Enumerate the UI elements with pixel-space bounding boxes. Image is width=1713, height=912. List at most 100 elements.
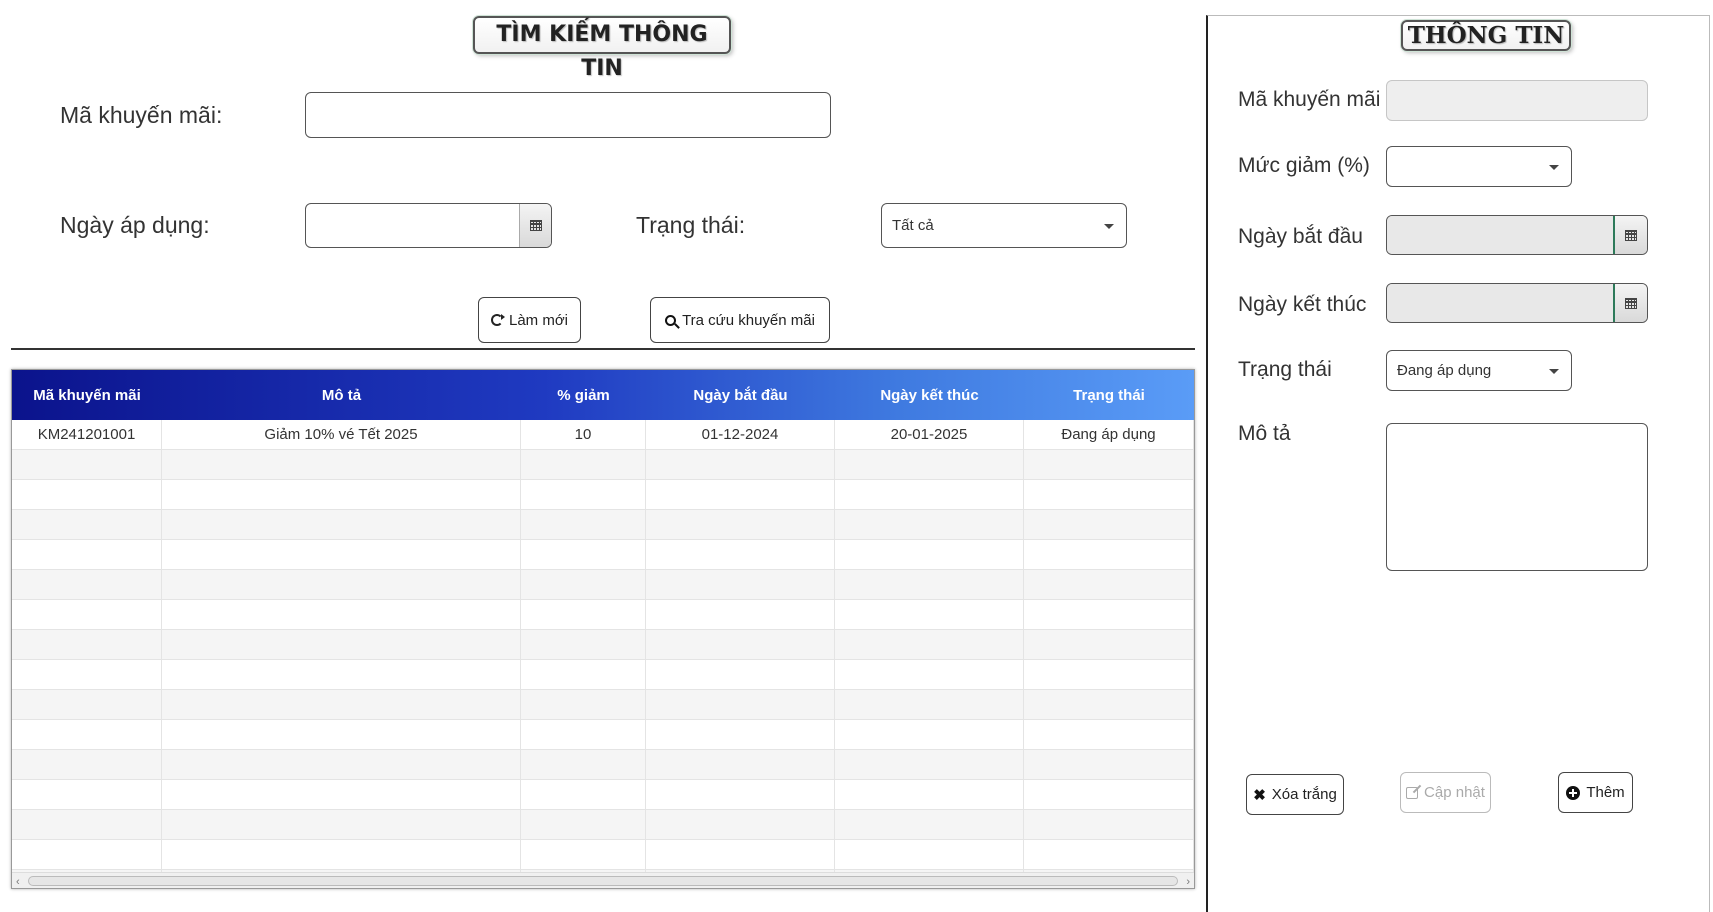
scroll-left-icon[interactable]: ‹ [16,876,20,888]
table-cell [835,510,1024,539]
scrollbar-thumb[interactable] [28,876,1178,886]
calendar-icon [1625,229,1637,241]
table-cell [1024,750,1194,779]
table-cell [162,570,521,599]
description-textarea[interactable] [1386,423,1648,571]
start-date-input[interactable] [1387,216,1615,254]
end-date-picker-button[interactable] [1615,284,1647,322]
info-panel-title: THÔNG TIN [1401,20,1571,51]
table-cell [646,690,835,719]
close-icon: ✖ [1253,786,1266,804]
table-row[interactable] [12,720,1194,750]
table-cell [1024,480,1194,509]
table-cell [1024,690,1194,719]
table-row[interactable] [12,660,1194,690]
table-cell [1024,510,1194,539]
table-cell [835,750,1024,779]
table-row[interactable] [12,630,1194,660]
code-search-input[interactable] [306,93,830,137]
column-header-discount[interactable]: % giảm [521,370,646,420]
table-row[interactable] [12,690,1194,720]
calendar-icon [1625,297,1637,309]
chevron-down-icon [1549,164,1559,170]
table-cell [521,540,646,569]
table-cell [1024,720,1194,749]
status-select[interactable]: Tất cả [881,203,1127,248]
date-picker-button[interactable] [519,204,551,247]
column-header-status[interactable]: Trạng thái [1024,370,1194,420]
promotion-table: Mã khuyến mãi Mô tả % giảm Ngày bắt đầu … [11,369,1195,889]
info-status-label: Trạng thái [1238,358,1332,381]
table-cell [12,810,162,839]
scroll-right-icon[interactable]: › [1186,876,1190,888]
table-cell: 01-12-2024 [646,420,835,449]
table-cell [162,840,521,869]
table-cell [1024,810,1194,839]
table-cell: Giảm 10% vé Tết 2025 [162,420,521,449]
update-button[interactable]: Cập nhật [1400,772,1491,813]
table-cell [646,510,835,539]
info-code-field [1386,80,1648,121]
info-status-select[interactable]: Đang áp dụng [1386,350,1572,391]
column-header-description[interactable]: Mô tả [162,370,521,420]
table-cell: Đang áp dụng [1024,420,1194,449]
table-cell [521,810,646,839]
table-cell [1024,840,1194,869]
column-header-end-date[interactable]: Ngày kết thúc [835,370,1024,420]
table-header: Mã khuyến mãi Mô tả % giảm Ngày bắt đầu … [12,370,1194,420]
table-cell [646,480,835,509]
search-panel: TÌM KIẾM THÔNG TIN Mã khuyến mãi: Ngày á… [0,0,1205,912]
end-date-picker [1386,283,1648,323]
horizontal-scrollbar[interactable]: ‹ › [12,872,1194,888]
table-cell [12,540,162,569]
table-cell [162,750,521,779]
table-cell [646,720,835,749]
date-label: Ngày áp dụng: [60,212,210,238]
table-cell [521,720,646,749]
table-row[interactable] [12,480,1194,510]
refresh-button[interactable]: Làm mới [478,297,581,343]
refresh-button-label: Làm mới [508,311,568,329]
column-header-start-date[interactable]: Ngày bắt đầu [646,370,835,420]
table-cell [162,480,521,509]
table-row[interactable] [12,450,1194,480]
table-cell [1024,450,1194,479]
table-cell [162,720,521,749]
table-row[interactable] [12,810,1194,840]
table-cell [12,660,162,689]
table-cell [521,480,646,509]
table-row[interactable]: KM241201001 Giảm 10% vé Tết 2025 10 01-1… [12,420,1194,450]
table-cell [835,660,1024,689]
clear-button[interactable]: ✖ Xóa trắng [1246,774,1344,815]
end-date-input[interactable] [1387,284,1615,322]
table-cell [835,810,1024,839]
info-status-select-value: Đang áp dụng [1397,362,1492,379]
table-row[interactable] [12,540,1194,570]
table-row[interactable] [12,840,1194,870]
table-cell [646,450,835,479]
table-cell [12,780,162,809]
search-promotion-button-label: Tra cứu khuyến mãi [682,311,815,329]
table-row[interactable] [12,570,1194,600]
table-cell [646,600,835,629]
table-row[interactable] [12,510,1194,540]
table-cell [646,570,835,599]
add-button[interactable]: Thêm [1558,772,1633,813]
start-date-picker-button[interactable] [1615,216,1647,254]
edit-icon [1406,786,1419,799]
status-label: Trạng thái: [636,212,746,238]
search-promotion-button[interactable]: Tra cứu khuyến mãi [650,297,830,343]
date-input[interactable] [306,204,519,247]
table-cell [12,510,162,539]
table-row[interactable] [12,750,1194,780]
discount-select[interactable] [1386,146,1572,187]
column-header-code[interactable]: Mã khuyến mãi [12,370,162,420]
table-cell: 10 [521,420,646,449]
table-cell [162,780,521,809]
info-code-label: Mã khuyến mãi [1238,88,1381,111]
table-cell [12,600,162,629]
table-row[interactable] [12,600,1194,630]
table-row[interactable] [12,780,1194,810]
info-panel: THÔNG TIN Mã khuyến mãi Mức giảm (%) Ngà… [1206,15,1710,912]
code-search-input-wrap [305,92,831,138]
